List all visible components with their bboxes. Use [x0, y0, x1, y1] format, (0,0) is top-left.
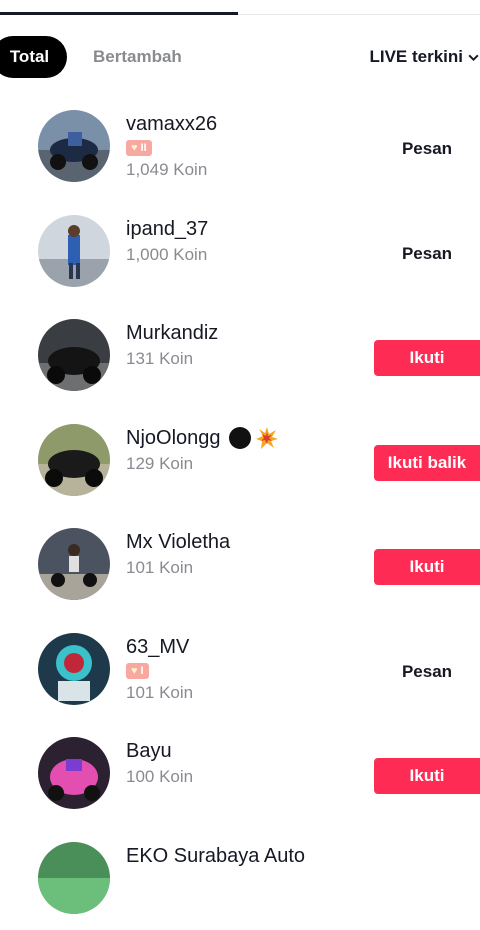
avatar[interactable]	[38, 424, 110, 496]
sort-label: LIVE terkini	[369, 47, 463, 67]
heart-icon: ♥	[131, 142, 138, 154]
coin-count: 131 Koin	[126, 349, 218, 369]
list-item: · NjoOlongg 129 Koin Ikuti balik	[0, 408, 480, 513]
coin-count: 129 Koin	[126, 454, 279, 474]
list-item: · ipand_37 1,000 Koin Pesan	[0, 199, 480, 304]
follow-button[interactable]: Ikuti	[374, 340, 480, 376]
follow-back-button[interactable]: Ikuti balik	[374, 445, 480, 481]
list-item: · 63_MV ♥I 101 Koin Pesan	[0, 617, 480, 722]
tab-underline	[0, 14, 480, 15]
list-item: · Murkandiz 131 Koin Ikuti	[0, 303, 480, 408]
heart-icon: ♥	[131, 665, 138, 677]
badge-level: II	[141, 142, 147, 154]
message-button[interactable]: Pesan	[374, 236, 480, 272]
chevron-down-icon	[467, 51, 480, 64]
follow-button[interactable]: Ikuti	[374, 758, 480, 794]
filter-bertambah[interactable]: Bertambah	[93, 36, 182, 78]
avatar[interactable]	[38, 737, 110, 809]
tab-active-indicator	[0, 12, 238, 15]
filter-bar: Total Bertambah LIVE terkini	[0, 36, 480, 78]
filter-total[interactable]: Total	[0, 36, 67, 78]
avatar[interactable]	[38, 528, 110, 600]
avatar[interactable]	[38, 215, 110, 287]
username-text: NjoOlongg	[126, 426, 221, 450]
avatar[interactable]	[38, 842, 110, 914]
list-item: · Mx Violetha 101 Koin Ikuti	[0, 512, 480, 617]
list-item: EKO Surabaya Auto	[0, 826, 480, 930]
gifter-badge: ♥II	[126, 140, 152, 156]
list-item: · Bayu 100 Koin Ikuti	[0, 721, 480, 826]
avatar[interactable]	[38, 110, 110, 182]
username[interactable]: 63_MV	[126, 635, 193, 659]
avatar[interactable]	[38, 633, 110, 705]
message-button[interactable]: Pesan	[374, 654, 480, 690]
coin-count: 1,049 Koin	[126, 160, 217, 180]
collision-icon	[255, 426, 279, 450]
list-item: · vamaxx26 ♥II 1,049 Koin Pesan	[0, 94, 480, 199]
coin-count: 101 Koin	[126, 558, 230, 578]
coin-count: 1,000 Koin	[126, 245, 208, 265]
username[interactable]: vamaxx26	[126, 112, 217, 136]
follow-button[interactable]: Ikuti	[374, 549, 480, 585]
sort-dropdown[interactable]: LIVE terkini	[369, 36, 480, 78]
avatar[interactable]	[38, 319, 110, 391]
black-circle-icon	[229, 427, 251, 449]
username[interactable]: ipand_37	[126, 217, 208, 241]
username[interactable]: Mx Violetha	[126, 530, 230, 554]
username[interactable]: Murkandiz	[126, 321, 218, 345]
supporter-list: · vamaxx26 ♥II 1,049 Koin Pesan · ipand_…	[0, 94, 480, 930]
badge-level: I	[141, 665, 144, 677]
coin-count: 101 Koin	[126, 683, 193, 703]
username[interactable]: Bayu	[126, 739, 193, 763]
gifter-badge: ♥I	[126, 663, 149, 679]
username[interactable]: EKO Surabaya Auto	[126, 844, 305, 868]
message-button[interactable]: Pesan	[374, 131, 480, 167]
username[interactable]: NjoOlongg	[126, 426, 279, 450]
coin-count: 100 Koin	[126, 767, 193, 787]
